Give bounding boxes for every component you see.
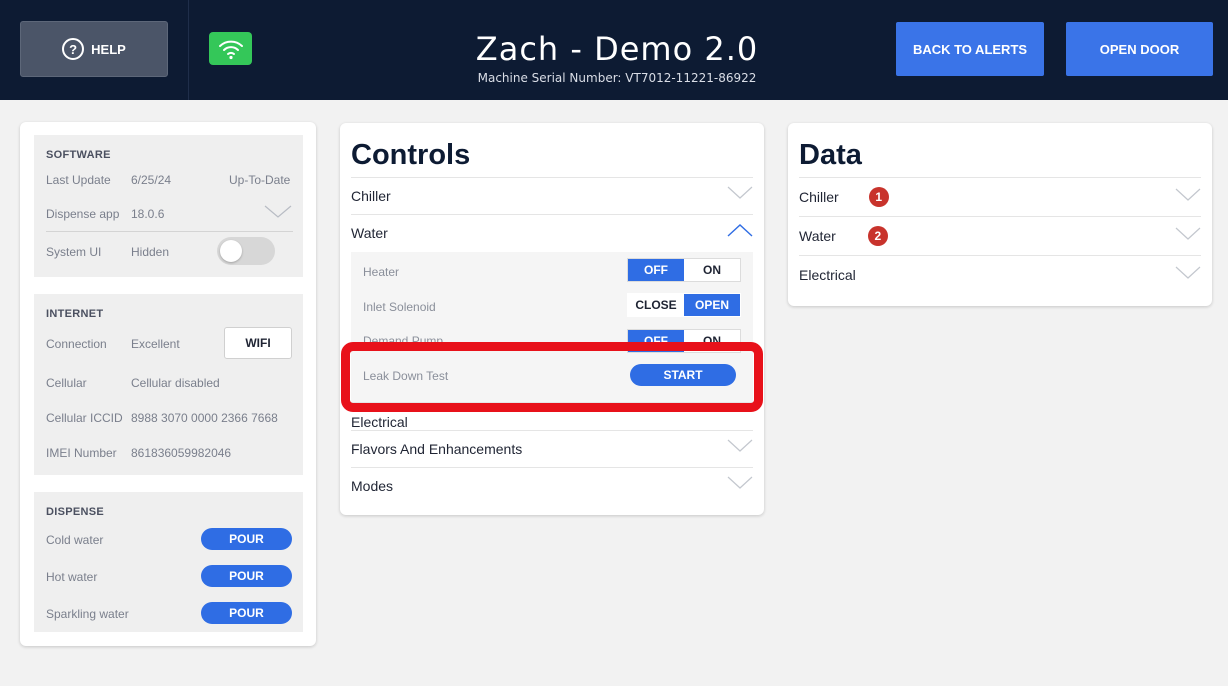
data-row-water[interactable]: Water 2 [799, 216, 1201, 255]
open-door-button[interactable]: OPEN DOOR [1066, 22, 1213, 76]
inlet-open-option[interactable]: OPEN [684, 294, 740, 316]
dispense-label-cold: Cold water [46, 533, 104, 547]
wifi-button[interactable]: WIFI [224, 327, 292, 359]
question-circle-icon: ? [62, 38, 85, 60]
demand-pump-switch: OFF ON [627, 329, 741, 353]
controls-row-electrical[interactable]: Electrical [351, 402, 753, 430]
header-divider [188, 0, 189, 100]
heater-label: Heater [363, 265, 400, 279]
back-to-alerts-button[interactable]: BACK TO ALERTS [896, 22, 1044, 76]
controls-title: Controls [351, 139, 471, 171]
cellular-value: Cellular disabled [131, 376, 220, 390]
controls-row-water[interactable]: Water [351, 214, 753, 250]
dispense-label-sparkling: Sparkling water [46, 607, 129, 621]
connection-value: Excellent [131, 337, 180, 351]
data-row-chiller[interactable]: Chiller 1 [799, 177, 1201, 216]
dispense-app-label: Dispense app [46, 207, 120, 221]
chevron-down-icon [1175, 266, 1201, 279]
status-card: SOFTWARE Last Update 6/25/24 Up-To-Date … [20, 122, 316, 646]
controls-card: Controls Chiller Water Heater OFF ON Inl… [340, 123, 764, 515]
row-label: Water [351, 224, 388, 241]
controls-row-flavors[interactable]: Flavors And Enhancements [351, 430, 753, 466]
data-card: Data Chiller 1 Water 2 Electrical [788, 123, 1212, 306]
row-label: Chiller [799, 189, 839, 205]
divider [46, 231, 293, 232]
inlet-solenoid-label: Inlet Solenoid [363, 300, 436, 314]
internet-title: INTERNET [46, 308, 104, 320]
demand-off-option[interactable]: OFF [628, 330, 684, 352]
pour-sparkling-water-button[interactable]: POUR [201, 602, 292, 624]
chevron-down-icon [727, 186, 753, 199]
machine-title: Zach - Demo 2.0 [475, 30, 759, 68]
dispense-label-hot: Hot water [46, 570, 98, 584]
software-title: SOFTWARE [46, 149, 111, 161]
wifi-icon [209, 32, 252, 65]
chevron-up-icon [727, 224, 753, 237]
last-update-status: Up-To-Date [229, 173, 291, 187]
alert-count-badge: 1 [868, 187, 889, 207]
connection-label: Connection [46, 337, 107, 351]
imei-label: IMEI Number [46, 446, 117, 460]
cellular-label: Cellular [46, 376, 87, 390]
imei-value: 861836059982046 [131, 446, 232, 460]
controls-row-chiller[interactable]: Chiller [351, 177, 753, 213]
leak-down-test-label: Leak Down Test [363, 369, 449, 383]
software-section: SOFTWARE Last Update 6/25/24 Up-To-Date … [34, 135, 303, 277]
row-label: Modes [351, 477, 394, 494]
row-label: Chiller [351, 187, 391, 204]
data-row-electrical[interactable]: Electrical [799, 255, 1201, 294]
system-ui-value: Hidden [131, 245, 170, 259]
machine-serial: Machine Serial Number: VT7012-11221-8692… [477, 71, 757, 85]
heater-off-option[interactable]: OFF [628, 259, 684, 281]
last-update-date: 6/25/24 [131, 173, 172, 187]
chevron-down-icon [727, 439, 753, 452]
top-bar: ? HELP Zach - Demo 2.0 Machine Serial Nu… [0, 0, 1228, 100]
data-title: Data [799, 139, 862, 171]
demand-on-option[interactable]: ON [684, 330, 740, 352]
dispense-section: DISPENSE Cold water POUR Hot water POUR … [34, 492, 303, 632]
alert-count-badge: 2 [867, 226, 888, 246]
demand-pump-label: Demand Pump [363, 334, 444, 348]
dispense-app-version: 18.0.6 [131, 207, 165, 221]
last-update-label: Last Update [46, 173, 111, 187]
iccid-label: Cellular ICCID [46, 411, 123, 425]
chevron-down-icon [727, 476, 753, 489]
heater-on-option[interactable]: ON [684, 259, 740, 281]
toggle-knob [220, 240, 242, 262]
iccid-value: 8988 3070 0000 2366 7668 [131, 411, 278, 425]
pour-cold-water-button[interactable]: POUR [201, 528, 292, 550]
row-label: Water [799, 228, 836, 244]
help-button[interactable]: ? HELP [20, 21, 168, 77]
inlet-solenoid-switch: CLOSE OPEN [627, 293, 741, 317]
pour-hot-water-button[interactable]: POUR [201, 565, 292, 587]
chevron-down-icon [1175, 188, 1201, 201]
row-label: Flavors And Enhancements [351, 440, 523, 457]
leak-down-start-button[interactable]: START [630, 364, 736, 386]
system-ui-label: System UI [46, 245, 102, 259]
system-ui-toggle[interactable] [217, 237, 275, 265]
heater-switch: OFF ON [627, 258, 741, 282]
dispense-title: DISPENSE [46, 506, 105, 518]
internet-section: INTERNET Connection Excellent WIFI Cellu… [34, 294, 303, 475]
chevron-down-icon[interactable] [264, 205, 292, 219]
chevron-down-icon [1175, 227, 1201, 240]
row-label: Electrical [799, 267, 856, 283]
controls-row-modes[interactable]: Modes [351, 467, 753, 503]
row-label: Electrical [351, 414, 408, 430]
help-label: HELP [91, 41, 126, 57]
inlet-close-option[interactable]: CLOSE [628, 294, 684, 316]
